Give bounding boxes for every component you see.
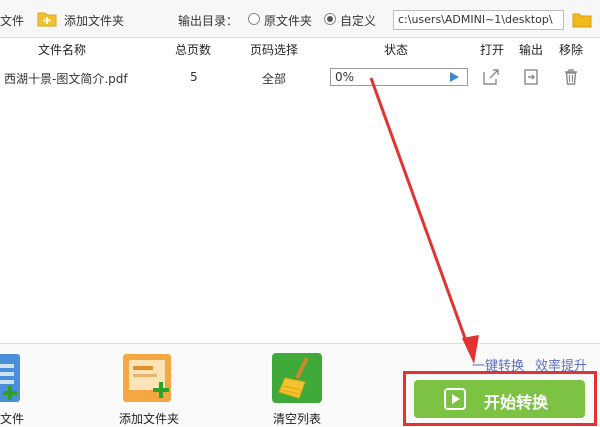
open-external-icon[interactable] [482,68,500,86]
clear-list-label[interactable]: 清空列表 [273,410,321,427]
radio-custom-label[interactable]: 自定义 [340,12,376,29]
add-file-icon[interactable] [0,352,24,404]
radio-custom[interactable] [324,13,336,25]
trash-icon[interactable] [562,68,580,86]
header-remove: 移除 [559,43,584,57]
start-convert-label: 开始转换 [484,393,549,412]
radio-original-folder-label[interactable]: 原文件夹 [264,12,312,29]
header-status: 状态 [384,43,409,57]
highlight-frame: 开始转换 [403,371,597,426]
output-dir-label: 输出目录： [178,14,239,28]
output-path-input[interactable]: c:\users\ADMINI~1\desktop\ [393,10,564,30]
start-convert-button[interactable]: 开始转换 [414,380,585,418]
folder-plus-icon[interactable] [37,10,57,27]
bottom-bar: 文件 添加文件夹 清空列表 一键转换 效率提升 开始转换 [0,343,600,427]
add-file-label[interactable]: 文件 [0,410,24,427]
toolbar: 文件 添加文件夹 输出目录： 原文件夹 自定义 c:\users\ADMINI~… [0,0,600,38]
add-folder-label[interactable]: 添加文件夹 [119,410,179,427]
output-icon[interactable] [522,68,540,86]
play-icon [444,388,466,410]
header-page-select: 页码选择 [250,43,299,57]
add-folder-button[interactable]: 添加文件夹 [64,12,124,29]
header-output: 输出 [519,43,544,57]
header-total-pages: 总页数 [175,43,212,57]
add-folder-icon[interactable] [121,352,173,404]
add-file-button[interactable]: 文件 [0,12,24,29]
play-icon[interactable] [450,72,459,82]
table-row[interactable]: 西湖十景-图文简介.pdf 5 全部 0% [0,58,600,98]
file-name-cell: 西湖十景-图文简介.pdf [4,72,128,86]
radio-original-folder[interactable] [248,13,260,25]
folder-icon[interactable] [572,12,592,28]
progress-bar: 0% [330,68,468,86]
page-select-cell[interactable]: 全部 [262,70,286,87]
header-file-name: 文件名称 [38,43,87,57]
broom-icon[interactable] [271,352,323,404]
total-pages-cell: 5 [190,70,198,84]
table-header: 文件名称 总页数 页码选择 状态 打开 输出 移除 [0,38,600,58]
header-open: 打开 [480,43,505,57]
progress-text: 0% [335,70,355,84]
